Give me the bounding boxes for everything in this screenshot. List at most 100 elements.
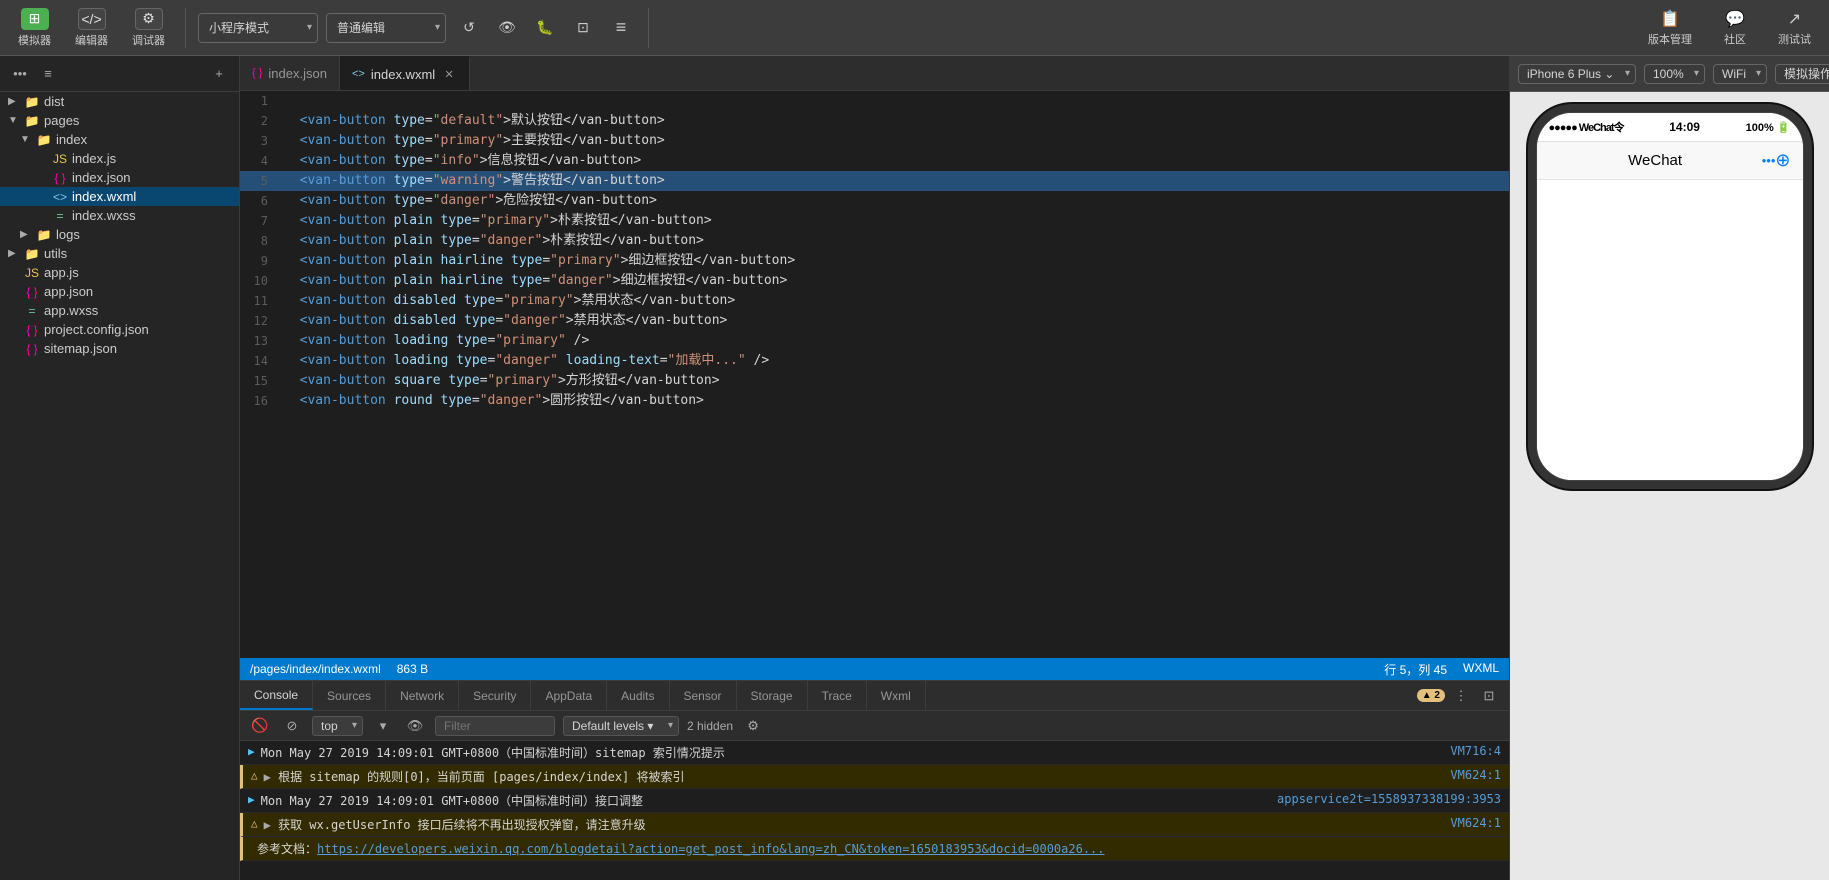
sidebar-more-btn[interactable]: ••• <box>8 62 32 86</box>
status-bar: /pages/index/index.wxml 863 B 行 5，列 45 W… <box>240 658 1509 680</box>
tab-storage[interactable]: Storage <box>737 681 808 710</box>
sidebar-item-label: index.js <box>72 151 116 166</box>
device-select-wrapper[interactable]: iPhone 6 Plus ⌄ <box>1518 64 1636 84</box>
simulator-icon: ⊞ <box>21 8 49 30</box>
miniapp-mode-select[interactable]: 小程序模式 <box>198 13 318 43</box>
sidebar-item-sitemap[interactable]: { } sitemap.json <box>0 339 239 358</box>
panel-expand-btn[interactable]: ⊡ <box>1477 684 1501 708</box>
code-line: 9 <van-button plain hairline type="prima… <box>240 251 1509 271</box>
tab-trace[interactable]: Trace <box>808 681 867 710</box>
sidebar-item-label: index.json <box>72 170 131 185</box>
debug-btn[interactable]: ⚙ 调试器 <box>124 4 173 52</box>
tab-sensor[interactable]: Sensor <box>670 681 737 710</box>
cut-btn[interactable]: ⊡ <box>568 13 598 43</box>
sidebar-item-index-js[interactable]: JS index.js <box>0 149 239 168</box>
sidebar-item-label: index.wxml <box>72 189 136 204</box>
refresh-btn[interactable]: ↺ <box>454 13 484 43</box>
tab-label: index.wxml <box>371 67 435 82</box>
console-output: ▶ Mon May 27 2019 14:09:01 GMT+0800（中国标准… <box>240 741 1509 880</box>
sidebar-item-label: index.wxss <box>72 208 136 223</box>
sidebar-item-index-wxss[interactable]: = index.wxss <box>0 206 239 225</box>
top-select-wrapper[interactable]: top <box>312 716 363 736</box>
version-manage-btn[interactable]: 📋 版本管理 <box>1640 5 1700 51</box>
dropdown-btn[interactable]: ▾ <box>371 714 395 738</box>
network-select[interactable]: WiFi <box>1713 64 1767 84</box>
sidebar-item-index-folder[interactable]: ▼ 📁 index <box>0 130 239 149</box>
sidebar-item-project-config[interactable]: { } project.config.json <box>0 320 239 339</box>
phone-frame: ●●●●● WeChat令 14:09 100% 🔋 WeChat ••• ⊕ <box>1536 112 1804 481</box>
eye-console-btn[interactable]: 👁 <box>403 714 427 738</box>
battery-indicator: 100% 🔋 <box>1746 121 1791 134</box>
console-gear-btn[interactable]: ⚙ <box>741 714 765 738</box>
network-select-wrapper[interactable]: WiFi <box>1713 64 1767 84</box>
sidebar-item-app-wxss[interactable]: = app.wxss <box>0 301 239 320</box>
warning-icon: △ <box>251 817 258 830</box>
sidebar: ••• ≡ + ▶ 📁 dist ▼ 📁 pages ▼ 📁 index JS … <box>0 56 240 880</box>
zoom-select[interactable]: 100% <box>1644 64 1705 84</box>
top-context-select[interactable]: top <box>312 716 363 736</box>
expand-arrow[interactable]: ▶ <box>264 818 278 832</box>
nav-circle-btn[interactable]: ⊕ <box>1775 150 1790 171</box>
bug-btn[interactable]: 🐛 <box>530 13 560 43</box>
test-btn[interactable]: ↗ 测试试 <box>1770 5 1819 51</box>
sidebar-item-dist[interactable]: ▶ 📁 dist <box>0 92 239 111</box>
simulator-btn[interactable]: ⊞ 模拟器 <box>10 4 59 52</box>
folder-icon: 📁 <box>24 114 40 128</box>
console-filter-input[interactable] <box>435 716 555 736</box>
sidebar-item-app-json[interactable]: { } app.json <box>0 282 239 301</box>
version-icon: 📋 <box>1660 9 1680 29</box>
level-select-wrapper[interactable]: Default levels ▾ <box>563 716 679 736</box>
code-line: 2 <van-button type="default">默认按钮</van-b… <box>240 111 1509 131</box>
console-level-select[interactable]: Default levels ▾ <box>563 716 679 736</box>
tab-index-wxml[interactable]: <> index.wxml ✕ <box>340 56 470 90</box>
doc-link[interactable]: https://developers.weixin.qq.com/blogdet… <box>317 842 1104 856</box>
more-options-btn[interactable]: ⋮ <box>1449 684 1473 708</box>
bottom-toolbar: 🚫 ⊘ top ▾ 👁 Default levels ▾ 2 hidden ⚙ <box>240 711 1509 741</box>
code-editor[interactable]: 1 2 <van-button type="default">默认按钮</van… <box>240 91 1509 658</box>
editor-mode-wrapper[interactable]: 普通编辑 <box>326 13 446 43</box>
console-entry: △ ▶ 获取 wx.getUserInfo 接口后续将不再出现授权弹窗，请注意升… <box>240 813 1509 837</box>
status-right: 行 5，列 45 WXML <box>1384 661 1499 678</box>
sidebar-search-btn[interactable]: + <box>207 62 231 86</box>
tab-label: index.json <box>268 66 327 81</box>
phone-time: 14:09 <box>1624 120 1746 134</box>
community-btn[interactable]: 💬 社区 <box>1716 5 1754 51</box>
json-file-icon: { } <box>52 171 68 185</box>
device-select[interactable]: iPhone 6 Plus ⌄ <box>1518 64 1636 84</box>
test-label: 测试试 <box>1778 31 1811 47</box>
more-btn[interactable]: ≡ <box>606 13 636 43</box>
sidebar-item-logs[interactable]: ▶ 📁 logs <box>0 225 239 244</box>
tab-network[interactable]: Network <box>386 681 459 710</box>
tab-wxml[interactable]: Wxml <box>867 681 926 710</box>
zoom-select-wrapper[interactable]: 100% <box>1644 64 1705 84</box>
tab-audits[interactable]: Audits <box>607 681 669 710</box>
editor-mode-select[interactable]: 普通编辑 <box>326 13 446 43</box>
code-line: 11 <van-button disabled type="primary">禁… <box>240 291 1509 311</box>
sidebar-item-index-json[interactable]: { } index.json <box>0 168 239 187</box>
tab-security[interactable]: Security <box>459 681 531 710</box>
version-label: 版本管理 <box>1648 31 1692 47</box>
tab-appdata[interactable]: AppData <box>531 681 607 710</box>
tab-index-json[interactable]: { } index.json <box>240 56 340 90</box>
eye-btn[interactable]: 👁 <box>492 13 522 43</box>
sidebar-item-index-wxml[interactable]: <> index.wxml <box>0 187 239 206</box>
editor-btn[interactable]: </> 编辑器 <box>67 4 116 52</box>
sidebar-item-pages[interactable]: ▼ 📁 pages <box>0 111 239 130</box>
sidebar-item-app-js[interactable]: JS app.js <box>0 263 239 282</box>
tab-console[interactable]: Console <box>240 681 313 710</box>
file-size: 863 B <box>397 662 428 676</box>
action-select[interactable]: 模拟操作 <box>1775 64 1829 84</box>
sidebar-item-label: logs <box>56 227 80 242</box>
tab-close-btn[interactable]: ✕ <box>441 66 457 82</box>
wxss-file-icon: = <box>52 209 68 223</box>
expand-arrow[interactable]: ▶ <box>264 770 278 784</box>
tab-sources[interactable]: Sources <box>313 681 386 710</box>
action-select-wrapper[interactable]: 模拟操作 <box>1775 64 1829 84</box>
nav-more-btn[interactable]: ••• <box>1762 153 1776 168</box>
sidebar-item-label: index <box>56 132 87 147</box>
console-settings-btn[interactable]: ⊘ <box>280 714 304 738</box>
sidebar-item-utils[interactable]: ▶ 📁 utils <box>0 244 239 263</box>
miniapp-mode-wrapper[interactable]: 小程序模式 <box>198 13 318 43</box>
clear-console-btn[interactable]: 🚫 <box>248 714 272 738</box>
sidebar-sort-btn[interactable]: ≡ <box>36 62 60 86</box>
